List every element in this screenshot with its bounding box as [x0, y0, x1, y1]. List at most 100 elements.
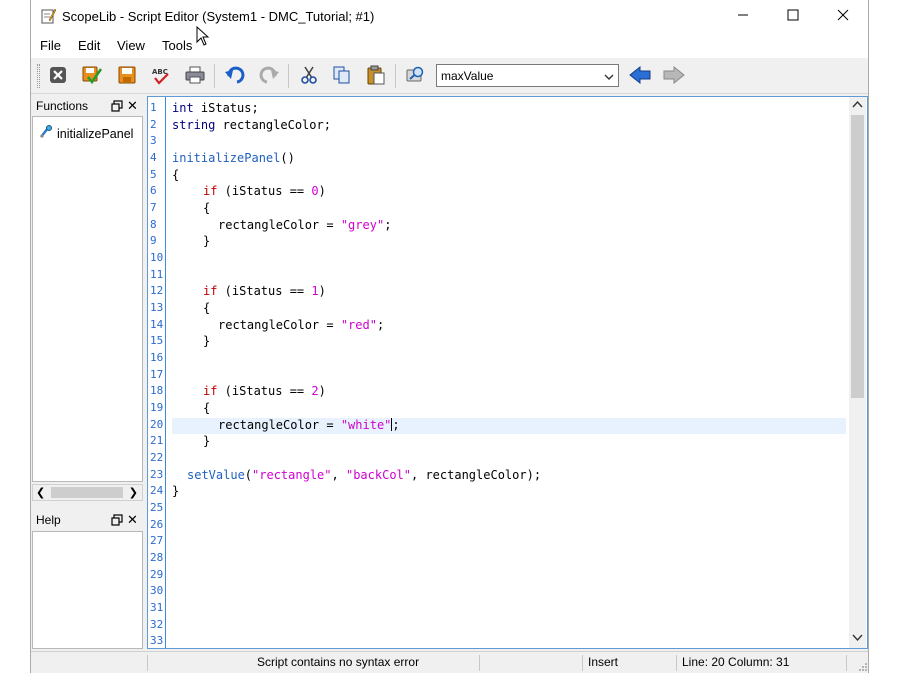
line-number: 8 [150, 218, 157, 231]
float-window-icon[interactable] [111, 100, 123, 112]
syntax-status: Script contains no syntax error [257, 655, 420, 669]
line-number: 29 [150, 568, 164, 581]
functions-horizontal-scrollbar[interactable]: ❮ ❯ [32, 484, 143, 501]
save-check-button[interactable] [81, 65, 103, 87]
line-number: 16 [150, 351, 164, 364]
menu-edit[interactable]: Edit [78, 38, 100, 53]
minimize-icon [737, 9, 749, 24]
close-button[interactable] [820, 0, 866, 32]
code-text-area[interactable]: int iStatus; string rectangleColor; init… [172, 97, 850, 648]
print-icon [185, 66, 205, 87]
menu-tools[interactable]: Tools [162, 38, 192, 53]
help-content [32, 531, 143, 649]
code-line: string rectangleColor; [172, 118, 331, 132]
maximize-button[interactable] [770, 0, 816, 32]
scrollbar-thumb[interactable] [851, 115, 864, 398]
chevron-down-icon[interactable] [852, 632, 863, 646]
resize-grip-icon[interactable] [858, 661, 868, 671]
editor-vertical-scrollbar[interactable] [849, 97, 866, 648]
code-line: } [203, 234, 211, 248]
cut-button[interactable] [298, 65, 320, 87]
cursor-position: Line: 20 Column: 31 [682, 655, 790, 669]
line-number: 11 [150, 268, 164, 281]
close-icon[interactable]: ✕ [127, 98, 138, 114]
undo-icon [225, 66, 245, 87]
help-panel-title: Help [36, 513, 61, 527]
scrollbar-thumb[interactable] [51, 487, 123, 498]
line-number: 4 [150, 151, 157, 164]
paste-icon [367, 65, 385, 88]
mouse-pointer-icon [196, 25, 210, 49]
code-line: { [203, 301, 211, 315]
insert-mode: Insert [588, 655, 619, 669]
float-window-icon[interactable] [111, 514, 123, 526]
menu-file[interactable]: File [40, 38, 61, 53]
code-line: if (iStatus == 0) [203, 184, 326, 198]
line-number: 31 [150, 601, 164, 614]
line-number: 20 [150, 418, 164, 431]
code-line: } [203, 334, 211, 348]
line-number: 32 [150, 618, 164, 631]
save-button[interactable] [116, 65, 138, 87]
line-number: 7 [150, 201, 157, 214]
spellcheck-icon: ABC [151, 65, 171, 88]
paste-button[interactable] [365, 65, 387, 87]
status-separator [147, 655, 148, 671]
copy-button[interactable] [331, 65, 353, 87]
undo-button[interactable] [224, 65, 246, 87]
functions-list: initializePanel [32, 116, 143, 482]
line-number: 33 [150, 634, 164, 647]
menu-view[interactable]: View [117, 38, 145, 53]
code-line: if (iStatus == 1) [203, 284, 326, 298]
chevron-left-icon[interactable]: ❮ [36, 486, 45, 499]
status-separator [479, 655, 480, 671]
save-icon [118, 66, 136, 87]
line-number: 6 [150, 184, 157, 197]
line-number: 14 [150, 318, 164, 331]
status-separator [846, 655, 847, 671]
line-number: 19 [150, 401, 164, 414]
title-bar[interactable]: ScopeLib - Script Editor (System1 - DMC_… [31, 0, 868, 34]
close-icon[interactable]: ✕ [127, 512, 138, 528]
chevron-right-icon[interactable]: ❯ [129, 486, 138, 499]
print-button[interactable] [184, 65, 206, 87]
functions-panel-header: Functions ✕ [32, 96, 144, 116]
maximize-icon [787, 9, 799, 24]
back-button[interactable] [629, 65, 651, 87]
function-icon [39, 125, 53, 142]
line-number: 27 [150, 534, 164, 547]
line-number: 3 [150, 134, 157, 147]
svg-text:ABC: ABC [152, 68, 168, 76]
script-editor-icon [40, 8, 57, 24]
find-icon [406, 66, 426, 87]
forward-button[interactable] [663, 65, 685, 87]
code-line: } [172, 484, 180, 498]
find-button[interactable] [405, 65, 427, 87]
toolbar-separator [288, 64, 289, 88]
line-number: 10 [150, 251, 164, 264]
toolbar-grip[interactable] [37, 64, 40, 88]
back-arrow-icon [629, 65, 651, 87]
code-editor[interactable]: 1 2 3 4 5 6 7 8 9 10 11 12 13 14 15 16 1… [147, 96, 868, 649]
line-number: 22 [150, 451, 164, 464]
line-number-gutter: 1 2 3 4 5 6 7 8 9 10 11 12 13 14 15 16 1… [148, 97, 166, 648]
chevron-up-icon[interactable] [852, 99, 863, 113]
close-icon [837, 9, 849, 24]
function-select[interactable]: maxValue [436, 64, 619, 87]
list-item[interactable]: initializePanel [39, 125, 133, 142]
line-number: 17 [150, 368, 164, 381]
toolbar-separator [214, 64, 215, 88]
close-script-button[interactable] [47, 65, 69, 87]
minimize-button[interactable] [720, 0, 766, 32]
line-number: 24 [150, 484, 164, 497]
line-number: 30 [150, 584, 164, 597]
line-number: 12 [150, 284, 164, 297]
code-line: setValue("rectangle", "backCol", rectang… [187, 468, 542, 482]
redo-button[interactable] [258, 65, 280, 87]
line-number: 21 [150, 434, 164, 447]
spellcheck-button[interactable]: ABC [150, 65, 172, 87]
code-line: { [203, 201, 211, 215]
close-script-icon [49, 66, 67, 87]
line-number: 26 [150, 518, 164, 531]
script-editor-window: ScopeLib - Script Editor (System1 - DMC_… [30, 0, 869, 673]
